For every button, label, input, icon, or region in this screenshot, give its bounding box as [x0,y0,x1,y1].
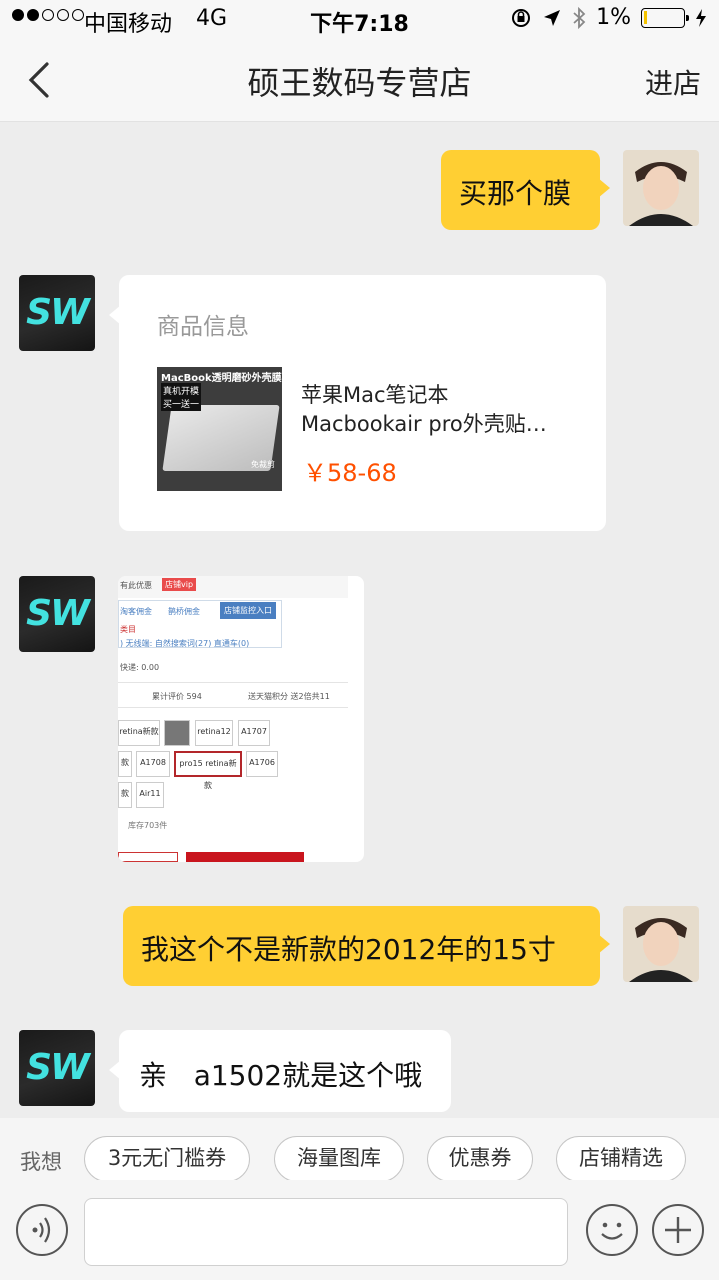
message-text: 我这个不是新款的2012年的15寸 [141,933,556,966]
location-icon [544,9,561,26]
message-text: 亲 a1502就是这个哦 [139,1059,423,1092]
store-avatar[interactable]: SW [19,1030,95,1106]
plus-icon[interactable] [652,1204,704,1256]
product-card-label: 商品信息 [157,314,249,340]
bluetooth-icon [573,6,586,29]
input-bar [0,1180,719,1280]
store-avatar[interactable]: SW [19,576,95,652]
nav-bar: 硕王数码专营店 进店 [0,40,719,122]
status-bar: 中国移动 4G 下午7:18 1% [0,0,719,40]
battery-percent: 1% [596,5,631,30]
message-bubble-outgoing[interactable]: 我这个不是新款的2012年的15寸 [123,906,610,986]
chip-image-library[interactable]: 海量图库 [274,1136,404,1182]
page-title: 硕王数码专营店 [247,64,472,102]
emoji-icon[interactable] [586,1204,638,1256]
battery-icon [641,7,689,28]
screenshot-image-message[interactable]: 有此优惠 店铺vip 淘客佣金 鹊桥佣金 店铺监控入口 类目 ) 无线端: 自然… [118,576,364,862]
enter-store-button[interactable]: 进店 [645,62,701,102]
chip-coupons[interactable]: 优惠券 [427,1136,533,1182]
product-card[interactable]: 商品信息 MacBook透明磨砂外壳膜 真机开模 买一送一 免裁剪 苹果Mac笔… [109,275,606,531]
product-image[interactable]: MacBook透明磨砂外壳膜 真机开模 买一送一 免裁剪 [157,367,282,491]
chip-store-picks[interactable]: 店铺精选 [556,1136,686,1182]
rotation-lock-icon [512,8,531,27]
message-bubble-outgoing[interactable]: 买那个膜 [441,150,610,230]
charging-icon [696,8,706,27]
message-input[interactable] [84,1198,568,1266]
product-name: 苹果Mac笔记本 Macbookair pro外壳贴… [301,383,547,436]
quick-reply-label: 我想 [20,1150,62,1174]
user-avatar[interactable] [623,150,699,226]
voice-icon[interactable] [16,1204,68,1256]
store-avatar[interactable]: SW [19,275,95,351]
chip-no-threshold-coupon[interactable]: 3元无门槛券 [84,1136,250,1182]
user-avatar[interactable] [623,906,699,982]
product-price: ￥58-68 [303,459,397,487]
message-bubble-incoming[interactable]: 亲 a1502就是这个哦 [109,1030,451,1112]
message-text: 买那个膜 [459,177,572,210]
